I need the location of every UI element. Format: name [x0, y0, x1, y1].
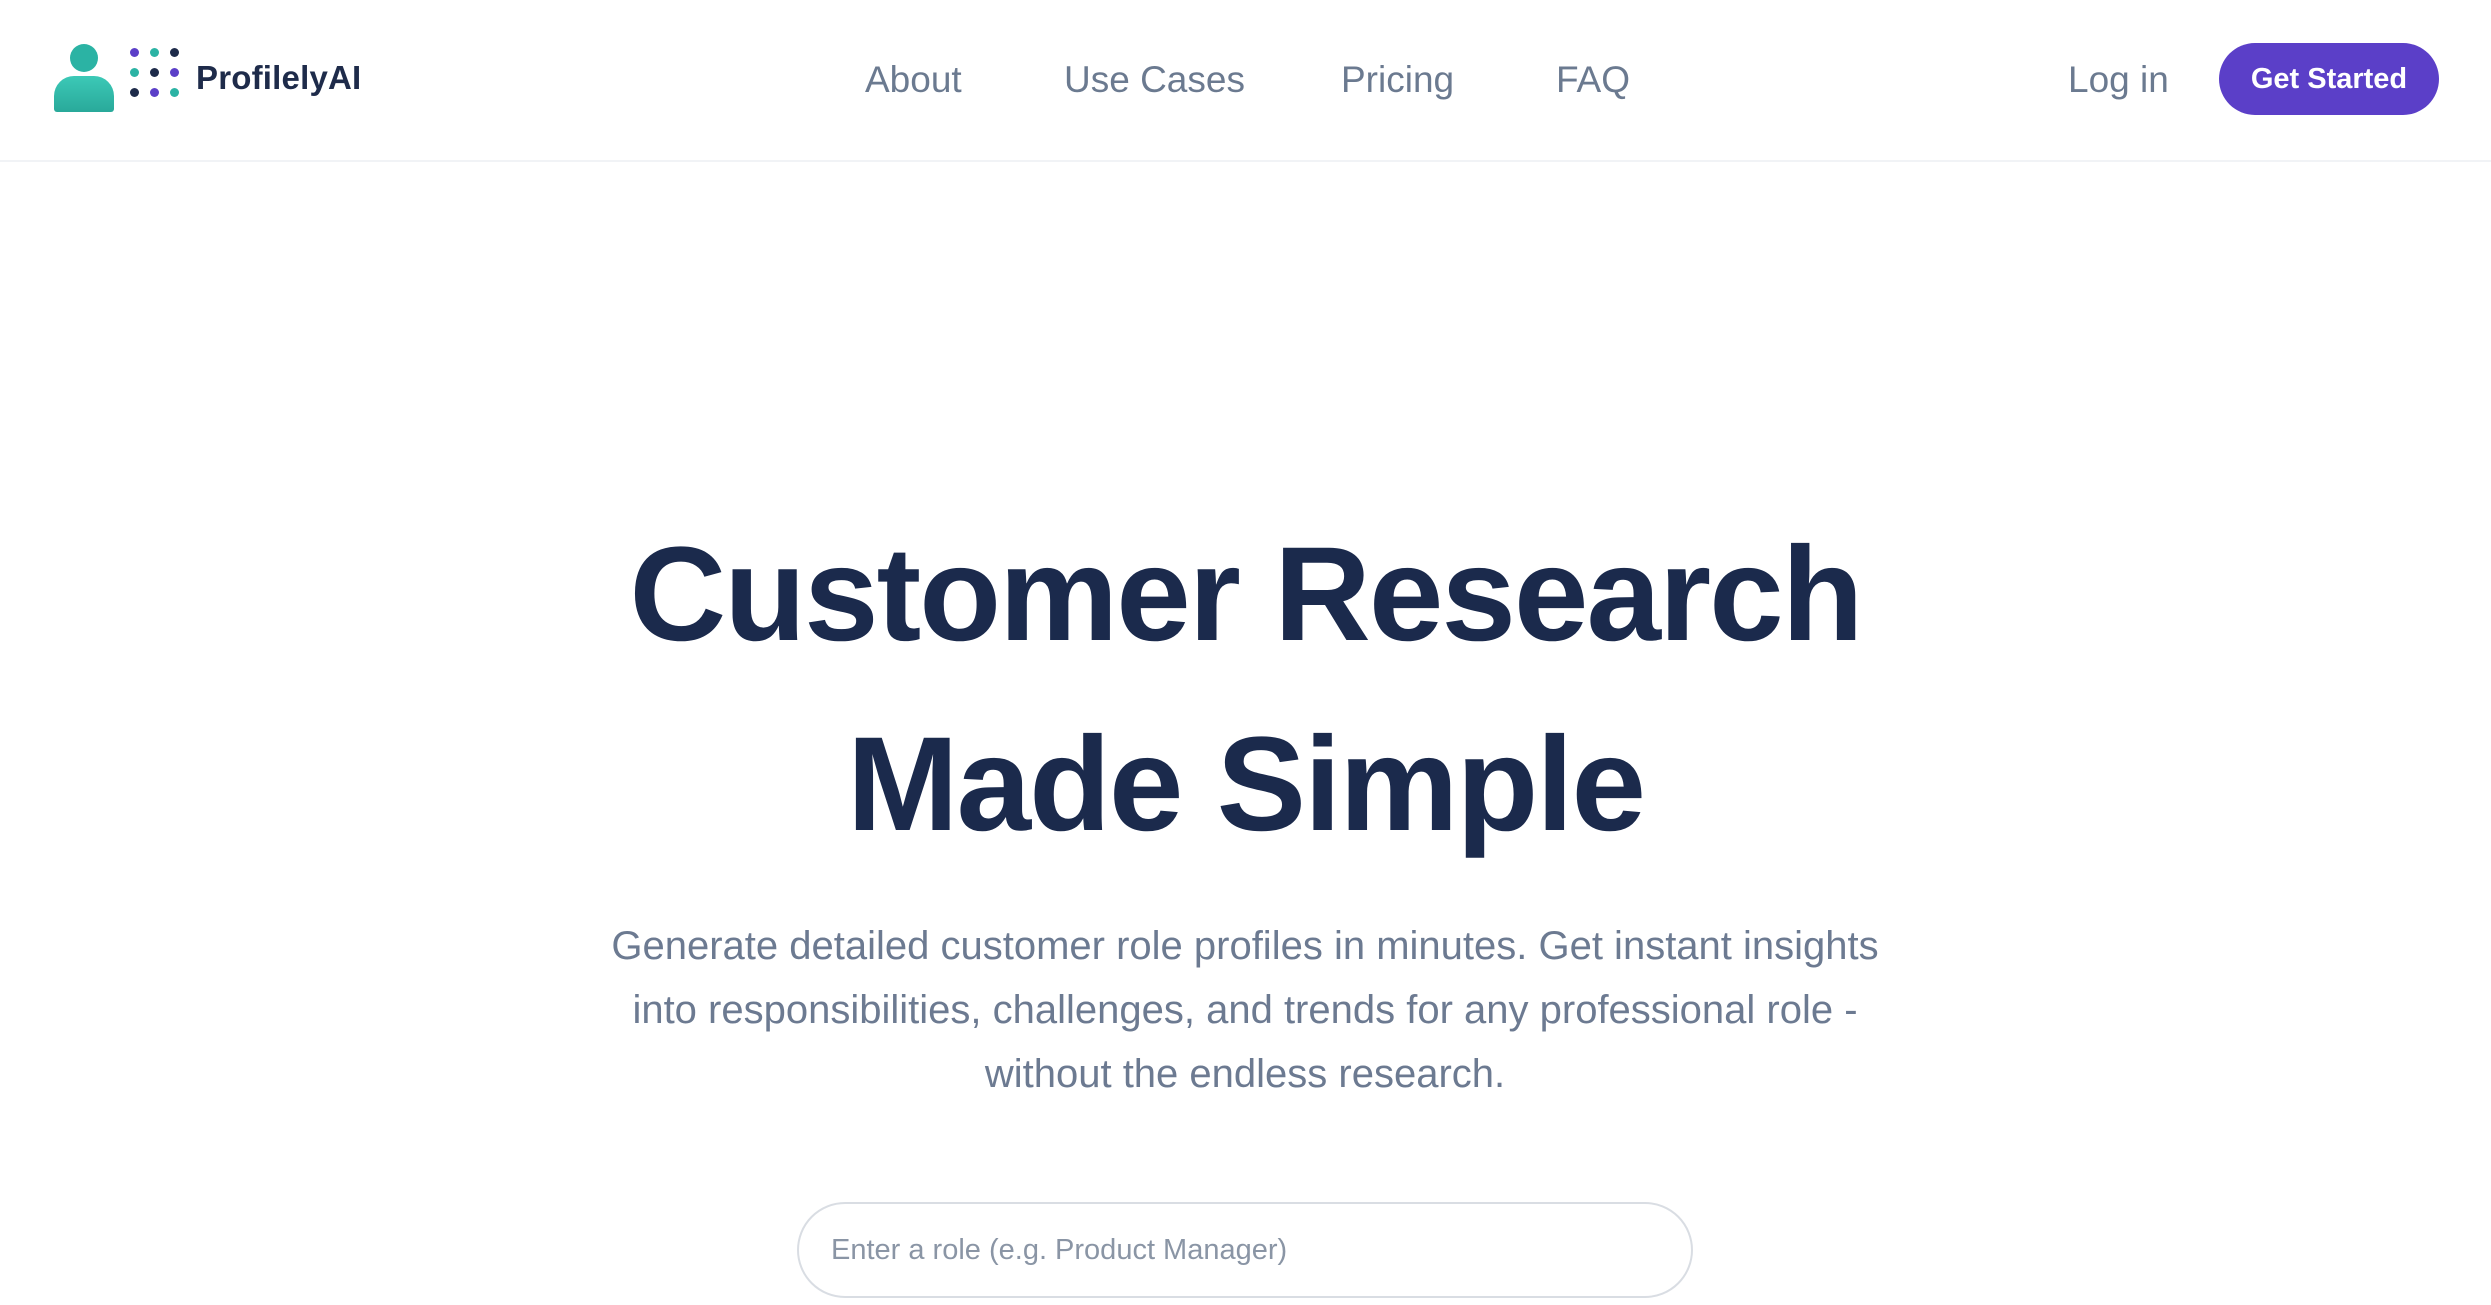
nav-link-pricing[interactable]: Pricing: [1341, 56, 1454, 104]
hero-subtitle: Generate detailed customer role profiles…: [611, 924, 1879, 1096]
nav-link-use-cases[interactable]: Use Cases: [1064, 56, 1245, 104]
hero-title: Customer Research Made Simple: [0, 500, 2491, 880]
nav-link-faq[interactable]: FAQ: [1556, 56, 1630, 104]
nav-link-about[interactable]: About: [865, 56, 962, 104]
login-link[interactable]: Log in: [2068, 56, 2169, 104]
hero-title-line-2: Made Simple: [846, 710, 1646, 859]
role-search-input[interactable]: [797, 1202, 1693, 1298]
hero-title-line-1: Customer Research: [629, 520, 1863, 669]
get-started-button[interactable]: Get Started: [2219, 43, 2439, 115]
site-header: ProfilelyAI About Use Cases Pricing FAQ …: [0, 0, 2491, 162]
